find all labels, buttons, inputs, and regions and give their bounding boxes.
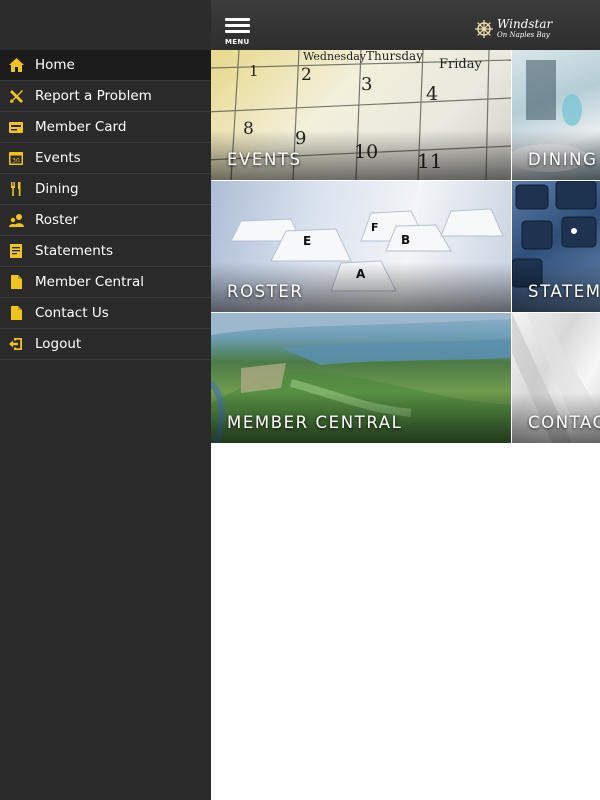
menu-label: Member Card xyxy=(35,119,127,135)
menu-label: Member Central xyxy=(35,274,144,290)
menu-label: Events xyxy=(35,150,81,166)
menu-label: Statements xyxy=(35,243,114,259)
menu-label: Dining xyxy=(35,181,79,197)
menu-item-report-problem[interactable]: Report a Problem xyxy=(0,81,211,112)
drawer-header xyxy=(0,0,211,50)
tile-member-central[interactable]: MEMBER CENTRAL xyxy=(211,313,511,443)
tile-label: ROSTER xyxy=(227,282,304,301)
logo-subtitle: On Naples Bay xyxy=(497,31,550,39)
ship-wheel-icon xyxy=(475,20,493,38)
menu-button[interactable]: MENU xyxy=(225,18,251,48)
menu-label: Logout xyxy=(35,336,82,352)
club-logo: Windstar On Naples Bay xyxy=(475,17,590,47)
menu-label: Report a Problem xyxy=(35,88,152,104)
main-content: MENU Windstar On Naples Bay Wednesday Th… xyxy=(211,0,600,800)
calendar-day-label: Thursday xyxy=(366,50,423,63)
tile-label: STATEM xyxy=(528,282,600,301)
file-tab-letter: F xyxy=(371,221,379,234)
menu-item-dining[interactable]: Dining xyxy=(0,174,211,205)
drawer-menu: Home Report a Problem Member Card 30 Eve… xyxy=(0,50,211,360)
menu-item-roster[interactable]: Roster xyxy=(0,205,211,236)
statement-icon xyxy=(8,243,24,259)
file-tab-letter: B xyxy=(401,233,410,247)
tile-label: DINING xyxy=(528,150,598,169)
menu-item-member-central[interactable]: Member Central xyxy=(0,267,211,298)
menu-item-logout[interactable]: Logout xyxy=(0,329,211,360)
calendar-number: 2 xyxy=(301,65,312,85)
hamburger-line xyxy=(225,30,250,33)
menu-button-label: MENU xyxy=(225,38,250,46)
menu-item-events[interactable]: 30 Events xyxy=(0,143,211,174)
tile-events[interactable]: Wednesday Thursday Friday 1 2 3 4 8 9 10… xyxy=(211,50,511,180)
side-drawer: Home Report a Problem Member Card 30 Eve… xyxy=(0,0,212,800)
menu-item-member-card[interactable]: Member Card xyxy=(0,112,211,143)
home-icon xyxy=(8,57,24,73)
calendar-day-label: Wednesday xyxy=(303,50,367,63)
calendar-number: 1 xyxy=(249,62,259,80)
document-icon xyxy=(8,305,24,321)
menu-item-statements[interactable]: Statements xyxy=(0,236,211,267)
document-icon xyxy=(8,274,24,290)
tile-statements[interactable]: STATEM xyxy=(512,181,600,312)
tile-label: MEMBER CENTRAL xyxy=(227,413,403,432)
calendar-day-label: Friday xyxy=(439,57,482,72)
logo-title: Windstar xyxy=(497,17,553,31)
calendar-icon: 30 xyxy=(8,150,24,166)
tile-label: EVENTS xyxy=(227,150,302,169)
tools-icon xyxy=(8,88,24,104)
people-icon xyxy=(8,212,24,228)
card-icon xyxy=(8,119,24,135)
hamburger-line xyxy=(225,24,250,27)
tile-roster[interactable]: E F B A ROSTER xyxy=(211,181,511,312)
logout-icon xyxy=(8,336,24,352)
calendar-number: 4 xyxy=(426,83,438,105)
svg-text:30: 30 xyxy=(12,158,20,165)
calendar-number: 3 xyxy=(361,74,372,95)
menu-label: Home xyxy=(35,57,75,73)
file-tab-letter: E xyxy=(303,234,311,248)
menu-item-contact-us[interactable]: Contact Us xyxy=(0,298,211,329)
menu-item-home[interactable]: Home xyxy=(0,50,211,81)
tile-contact[interactable]: CONTAC xyxy=(512,313,600,443)
hamburger-icon xyxy=(225,18,250,21)
menu-label: Contact Us xyxy=(35,305,109,321)
top-bar: MENU Windstar On Naples Bay xyxy=(211,0,600,50)
tile-dining[interactable]: DINING xyxy=(512,50,600,180)
fork-knife-icon xyxy=(8,181,24,197)
menu-label: Roster xyxy=(35,212,79,228)
tile-label: CONTAC xyxy=(528,413,600,432)
